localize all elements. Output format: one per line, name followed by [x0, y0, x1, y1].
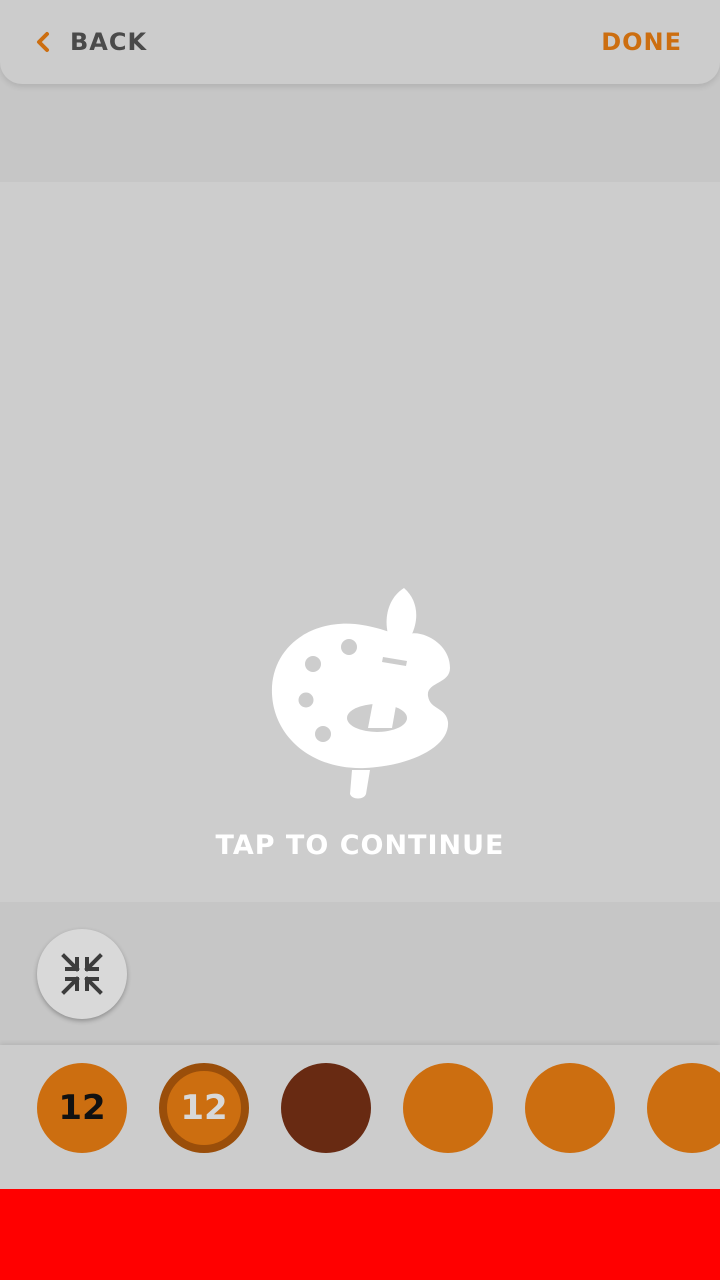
- swatch-number: 12: [58, 1088, 106, 1128]
- paint-palette-icon: [260, 582, 460, 802]
- done-button[interactable]: DONE: [601, 22, 682, 62]
- color-swatch[interactable]: [281, 1063, 371, 1153]
- shrink-button[interactable]: [37, 929, 127, 1019]
- back-button[interactable]: BACK: [34, 22, 147, 62]
- color-palette-bar: 12 12: [0, 1045, 720, 1189]
- shrink-arrows-icon: [58, 950, 106, 998]
- color-swatch[interactable]: 12: [159, 1063, 249, 1153]
- color-swatch[interactable]: 12: [37, 1063, 127, 1153]
- ad-banner[interactable]: [0, 1189, 720, 1280]
- coloring-canvas[interactable]: TAP TO CONTINUE: [0, 182, 720, 902]
- tap-to-continue-text: TAP TO CONTINUE: [215, 830, 505, 861]
- top-bar: BACK DONE: [0, 0, 720, 84]
- color-swatch[interactable]: [525, 1063, 615, 1153]
- back-label: BACK: [70, 28, 148, 56]
- color-swatch[interactable]: [647, 1063, 720, 1153]
- upper-band: [0, 84, 720, 182]
- tool-band: [0, 902, 720, 1045]
- swatch-number: 12: [180, 1088, 228, 1128]
- chevron-left-icon: [34, 30, 52, 54]
- color-swatch[interactable]: [403, 1063, 493, 1153]
